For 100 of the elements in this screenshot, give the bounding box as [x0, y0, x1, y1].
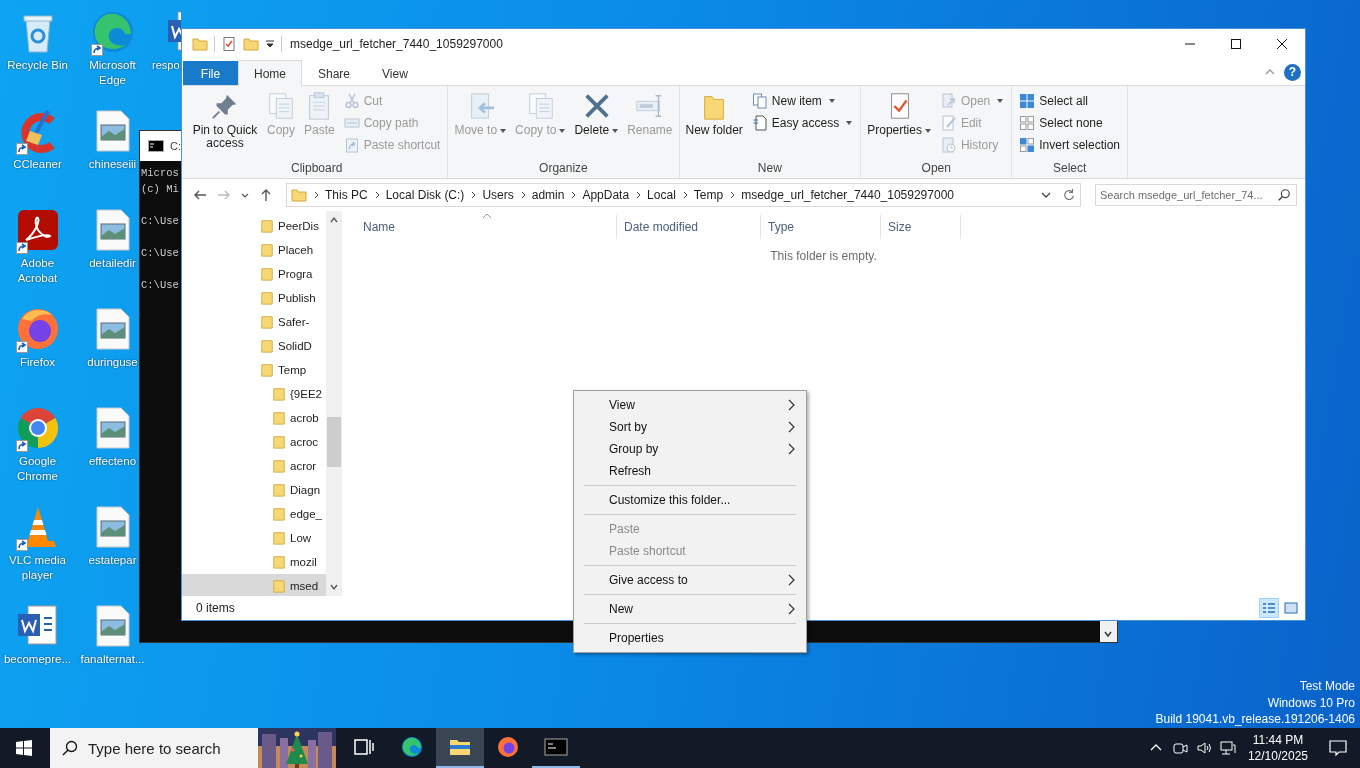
ribbon-button[interactable]: Select none — [1015, 112, 1124, 134]
folder-icon — [272, 434, 286, 450]
breadcrumb[interactable]: Local Disk (C:) — [385, 188, 465, 202]
tree-item[interactable]: Progra — [182, 262, 326, 286]
console-line: Micros — [141, 166, 179, 181]
tree-item[interactable]: Low — [182, 526, 326, 550]
ribbon-button[interactable]: Invert selection — [1015, 134, 1124, 156]
camera-icon[interactable] — [1171, 740, 1188, 756]
menu-item[interactable]: Group by — [576, 438, 804, 460]
tree-item[interactable]: Safer- — [182, 310, 326, 334]
ribbon-button[interactable]: Select all — [1015, 90, 1124, 112]
menu-item[interactable]: Give access to — [576, 569, 804, 591]
tree-item[interactable]: Temp — [182, 358, 326, 382]
menu-item[interactable]: Refresh — [576, 460, 804, 482]
ribbon-button[interactable]: Pin to Quick access — [189, 89, 261, 160]
breadcrumb[interactable]: AppData — [582, 188, 630, 202]
menu-item[interactable]: View — [576, 394, 804, 416]
help-button[interactable]: ? — [1284, 63, 1301, 81]
scroll-down-icon[interactable] — [329, 582, 339, 592]
dropdown-icon[interactable] — [1041, 190, 1051, 200]
ribbon-button[interactable]: New item — [747, 90, 858, 112]
search-field[interactable]: Type here to search — [50, 728, 258, 768]
ribbon-button[interactable]: New folder — [682, 89, 746, 160]
refresh-icon[interactable] — [1062, 188, 1076, 202]
caret-icon — [996, 97, 1005, 105]
breadcrumb[interactable]: Users — [482, 188, 514, 202]
caret-icon[interactable] — [265, 39, 275, 49]
breadcrumb[interactable]: msedge_url_fetcher_7440_1059297000 — [741, 188, 954, 202]
console-line: (c) Mi — [141, 182, 179, 197]
ribbon-tab[interactable]: File — [183, 61, 238, 85]
folder-icon — [272, 530, 286, 546]
volume-icon[interactable] — [1195, 740, 1212, 756]
menu-item[interactable]: Sort by — [576, 416, 804, 438]
squares-icon — [1019, 137, 1036, 153]
folder-icon — [260, 218, 274, 234]
icon-label: Google Chrome — [16, 454, 59, 484]
ribbon-tab[interactable]: Share — [302, 61, 367, 85]
group-label: Open — [920, 160, 952, 177]
tree-item[interactable]: msed — [182, 574, 326, 596]
folder-icon — [272, 386, 286, 402]
windows-logo-icon — [16, 740, 32, 756]
notifications-icon[interactable] — [1328, 738, 1348, 758]
breadcrumb[interactable]: Temp — [693, 188, 724, 202]
icon-label: estatepar — [88, 553, 137, 568]
menu-item[interactable]: Properties — [576, 627, 804, 649]
tree-item[interactable]: Publish — [182, 286, 326, 310]
list-icon — [1262, 602, 1276, 614]
chevron-icon[interactable] — [728, 191, 737, 199]
caret-icon — [923, 126, 932, 135]
chevron-icon[interactable] — [569, 191, 578, 199]
tree-item[interactable]: acror — [182, 454, 326, 478]
address-bar[interactable]: This PC Local Disk (C:) Users admin AppData Local Temp msedge_url_fetcher_7440_1059297000 — [286, 183, 1081, 207]
icon-label: Recycle Bin — [7, 58, 68, 73]
caret-icon — [845, 119, 854, 127]
column-header[interactable]: Size — [881, 215, 961, 239]
ribbon-button[interactable]: Delete — [571, 89, 623, 160]
details-view-button[interactable] — [1259, 598, 1279, 618]
tree-item[interactable]: PeerDis — [182, 214, 326, 238]
breadcrumb[interactable]: Local — [647, 188, 676, 202]
breadcrumb[interactable]: This PC — [325, 188, 368, 202]
scroll-up-icon[interactable] — [329, 215, 339, 225]
scroll-down-icon[interactable] — [1103, 629, 1113, 639]
folder-icon — [260, 290, 274, 306]
menu-item[interactable]: Customize this folder... — [576, 489, 804, 511]
ribbon-button[interactable]: Properties — [864, 89, 935, 160]
folder-icon — [291, 187, 307, 203]
search-field[interactable]: Search msedge_url_fetcher_74... — [1095, 184, 1297, 206]
tree-item[interactable]: mozil — [182, 550, 326, 574]
taskbar-app[interactable] — [436, 728, 484, 768]
clock-date[interactable]: 12/10/2025 — [1247, 748, 1308, 764]
icon-label: VLC media player — [8, 553, 67, 583]
column-header[interactable]: Name — [356, 215, 617, 239]
search-icon — [62, 740, 78, 756]
menu-item[interactable]: New — [576, 598, 804, 620]
tree-item[interactable]: {9EE2 — [182, 382, 326, 406]
column-header[interactable]: Type — [761, 215, 881, 239]
clock-time[interactable]: 11:44 PM — [1252, 732, 1304, 748]
chevron-icon[interactable] — [312, 191, 320, 199]
column-header[interactable]: Date modified — [617, 215, 761, 239]
checklist-icon[interactable] — [221, 36, 237, 52]
breadcrumb[interactable]: admin — [531, 188, 565, 202]
search-icon[interactable] — [1277, 188, 1291, 202]
scrollbar[interactable] — [326, 211, 342, 596]
tree-item[interactable]: Diagn — [182, 478, 326, 502]
chevron-icon[interactable] — [469, 191, 478, 199]
tree-item[interactable]: acrob — [182, 406, 326, 430]
tree-item[interactable]: edge_ — [182, 502, 326, 526]
chevron-icon[interactable] — [634, 191, 643, 199]
scrollbar-thumb[interactable] — [327, 417, 341, 467]
folder-icon — [272, 482, 286, 498]
ribbon-tab[interactable]: View — [366, 61, 424, 85]
pages-icon — [266, 91, 296, 121]
ribbon-tab[interactable]: Home — [238, 60, 302, 86]
ribbon-button[interactable]: Easy access — [747, 112, 858, 134]
tree-item[interactable]: SolidD — [182, 334, 326, 358]
network-icon[interactable] — [1219, 740, 1236, 756]
pages-icon — [751, 93, 768, 109]
tree-item[interactable]: acroc — [182, 430, 326, 454]
tree-item[interactable]: Placeh — [182, 238, 326, 262]
group-label: New — [756, 160, 783, 177]
